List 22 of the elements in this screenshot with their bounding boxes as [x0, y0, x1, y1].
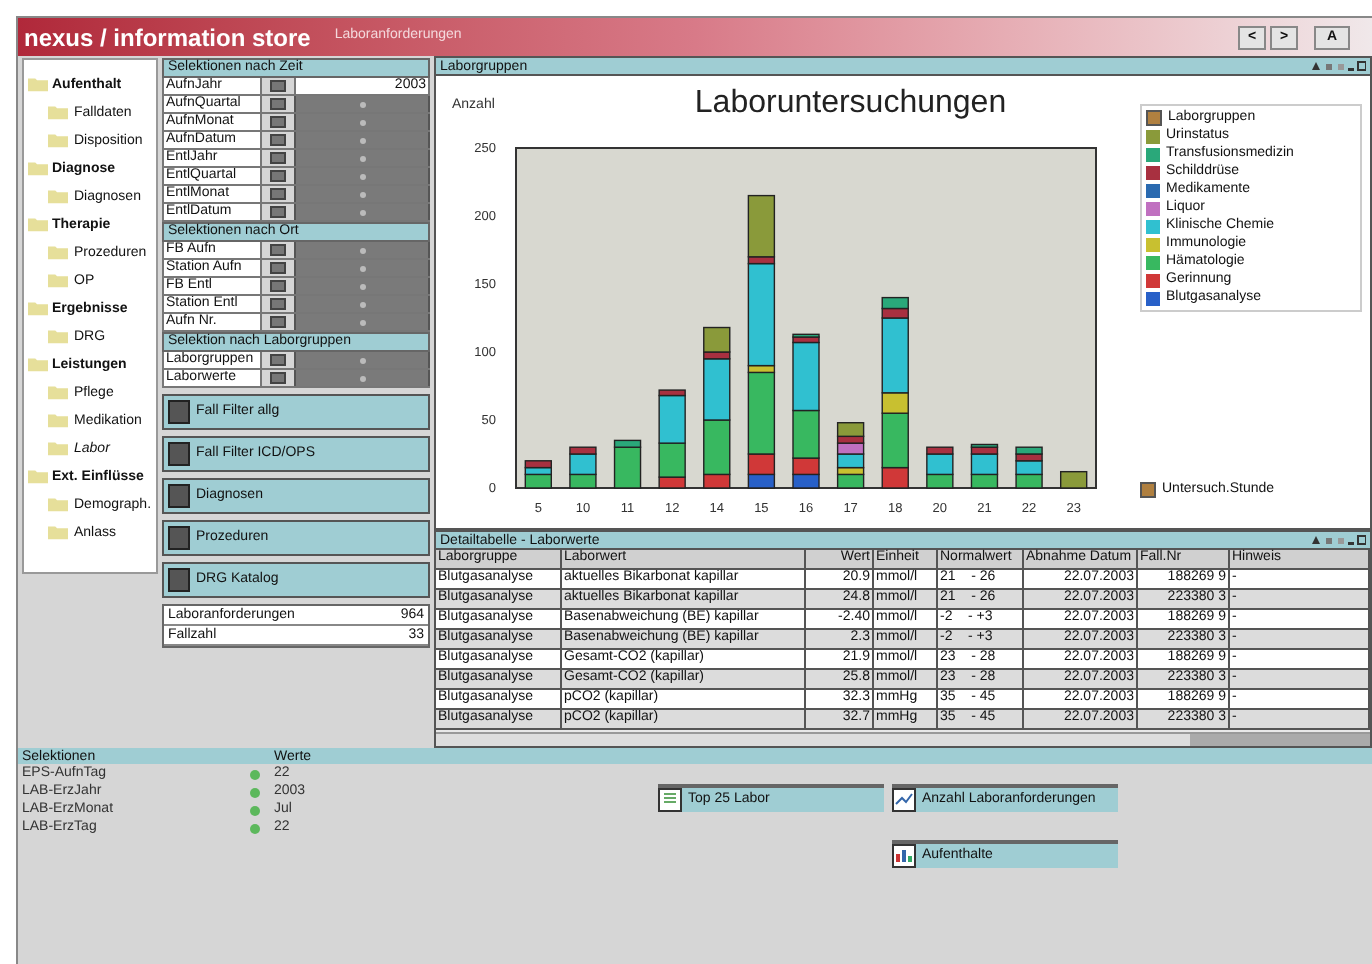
window-controls-icon [1310, 60, 1366, 72]
filter-value-field[interactable] [294, 352, 430, 368]
panel-icon [168, 442, 190, 466]
chart-title: Laboruntersuchungen [694, 84, 1007, 124]
legend-header-icon [1146, 110, 1162, 126]
panel-icon [168, 568, 190, 592]
bar-chart-icon [892, 844, 916, 868]
bar-segment [1060, 471, 1088, 489]
filter-value-field[interactable] [294, 204, 430, 220]
app-title: nexus / information store [24, 21, 311, 55]
window-controls-icon [1310, 534, 1366, 546]
panel-icon [168, 484, 190, 508]
filter-value-field[interactable] [294, 314, 430, 330]
horizontal-scrollbar[interactable] [436, 732, 1370, 746]
line-chart-icon [892, 788, 916, 812]
filter-value-field[interactable] [294, 96, 430, 112]
panel-icon [168, 526, 190, 550]
filter-value-field[interactable] [294, 242, 430, 258]
filter-value-field[interactable] [294, 370, 430, 386]
list-icon [658, 788, 682, 812]
axis-header-icon [1140, 481, 1156, 498]
panel-icon [168, 400, 190, 424]
